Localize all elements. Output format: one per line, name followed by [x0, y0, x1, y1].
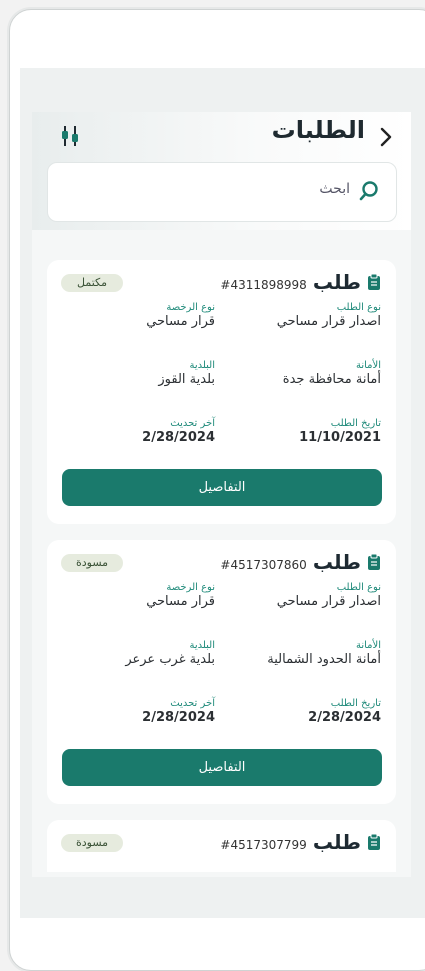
request-card: طلب #4517307860 مسودة نوع الطلب اصدار قر…	[47, 540, 396, 804]
request-date-field: تاريخ الطلب 2/28/2024	[308, 698, 381, 725]
request-number: #4517307799	[220, 838, 307, 852]
request-number: #4517307860	[220, 558, 307, 572]
request-word: طلب	[312, 830, 361, 854]
field-label: آخر تحديث	[170, 418, 215, 429]
field-value: بلدية غرب عرعر	[125, 652, 215, 667]
details-button[interactable]: التفاصيل	[62, 749, 382, 786]
card-title: طلب #4517307799	[220, 830, 381, 854]
requests-list: طلب #4311898998 مكتمل نوع الطلب اصدار قر…	[47, 260, 396, 877]
field-value: بلدية القوز	[158, 372, 215, 387]
search-input[interactable]: ابحث	[319, 181, 350, 197]
field-label: البلدية	[189, 640, 215, 651]
search-field[interactable]: ابحث	[47, 162, 397, 222]
amanah-field: الأمانة أمانة الحدود الشمالية	[267, 640, 381, 667]
field-value: اصدار قرار مساحي	[276, 594, 381, 609]
filter-button[interactable]	[56, 122, 84, 150]
field-value: أمانة الحدود الشمالية	[267, 652, 381, 667]
card-title: طلب #4517307860	[220, 550, 381, 574]
field-label: نوع الطلب	[336, 582, 381, 593]
field-label: تاريخ الطلب	[330, 698, 381, 709]
document-icon	[368, 834, 380, 850]
field-value: اصدار قرار مساحي	[276, 314, 381, 329]
request-word: طلب	[312, 270, 361, 294]
field-label: البلدية	[189, 360, 215, 371]
last-update-field: آخر تحديث 2/28/2024	[142, 418, 215, 445]
field-label: نوع الرخصة	[166, 302, 215, 313]
page-title: الطلبات	[271, 116, 365, 144]
status-badge: مسودة	[61, 554, 123, 572]
chevron-right-icon	[380, 127, 392, 147]
field-value: 11/10/2021	[299, 430, 381, 445]
field-value: 2/28/2024	[142, 430, 215, 445]
request-card: طلب #4311898998 مكتمل نوع الطلب اصدار قر…	[47, 260, 396, 524]
municipality-field: البلدية بلدية غرب عرعر	[125, 640, 215, 667]
request-card: طلب #4517307799 مسودة	[47, 820, 396, 872]
back-button[interactable]	[375, 122, 397, 148]
license-type-field: نوع الرخصة قرار مساحي	[146, 582, 215, 609]
field-label: تاريخ الطلب	[330, 418, 381, 429]
request-type-field: نوع الطلب اصدار قرار مساحي	[277, 582, 381, 609]
request-type-field: نوع الطلب اصدار قرار مساحي	[277, 302, 381, 329]
document-icon	[368, 554, 380, 570]
search-icon	[359, 181, 378, 201]
request-number: #4311898998	[220, 278, 307, 292]
card-title: طلب #4311898998	[220, 270, 381, 294]
field-label: الأمانة	[355, 360, 381, 371]
request-date-field: تاريخ الطلب 11/10/2021	[299, 418, 381, 445]
status-badge: مسودة	[61, 834, 123, 852]
field-label: آخر تحديث	[170, 698, 215, 709]
field-value: قرار مساحي	[146, 314, 215, 329]
page-header: الطلبات ابحث	[32, 112, 411, 230]
request-word: طلب	[312, 550, 361, 574]
document-icon	[368, 274, 380, 290]
last-update-field: آخر تحديث 2/28/2024	[142, 698, 215, 725]
field-value: أمانة محافظة جدة	[282, 372, 381, 387]
field-value: قرار مساحي	[146, 594, 215, 609]
status-badge: مكتمل	[61, 274, 123, 292]
field-value: 2/28/2024	[308, 710, 381, 725]
filter-sliders-icon	[62, 126, 78, 146]
field-label: نوع الرخصة	[166, 582, 215, 593]
field-value: 2/28/2024	[142, 710, 215, 725]
amanah-field: الأمانة أمانة محافظة جدة	[283, 360, 381, 387]
field-label: نوع الطلب	[336, 302, 381, 313]
municipality-field: البلدية بلدية القوز	[158, 360, 215, 387]
license-type-field: نوع الرخصة قرار مساحي	[146, 302, 215, 329]
field-label: الأمانة	[355, 640, 381, 651]
requests-page: الطلبات ابحث طلب #4311898998 مكتمل نوع ا…	[32, 112, 411, 877]
details-button[interactable]: التفاصيل	[62, 469, 382, 506]
